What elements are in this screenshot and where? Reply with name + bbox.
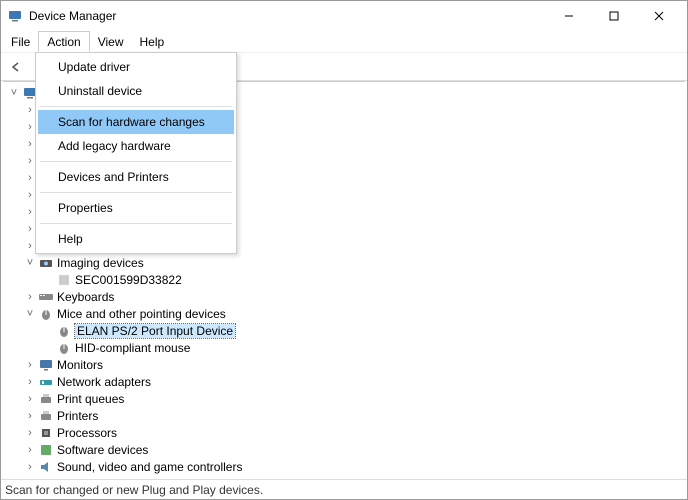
mouse-icon: [56, 323, 72, 339]
tree-node[interactable]: HID-compliant mouse: [7, 339, 685, 356]
tree-node-label: Mice and other pointing devices: [57, 307, 226, 321]
menu-view[interactable]: View: [90, 31, 132, 52]
device-icon: [56, 272, 72, 288]
tree-node-label: Sound, video and game controllers: [57, 460, 242, 474]
tree-node[interactable]: › Processors: [7, 424, 685, 441]
status-bar: Scan for changed or new Plug and Play de…: [1, 479, 687, 499]
action-dropdown: Update driver Uninstall device Scan for …: [35, 52, 237, 254]
menu-item-uninstall-device[interactable]: Uninstall device: [38, 79, 234, 103]
menu-item-help[interactable]: Help: [38, 227, 234, 251]
app-icon: [7, 8, 23, 24]
audio-icon: [38, 459, 54, 475]
expand-toggle[interactable]: ›: [23, 291, 37, 303]
keyboard-icon: [38, 289, 54, 305]
menu-item-properties[interactable]: Properties: [38, 196, 234, 220]
tree-node-label: Keyboards: [57, 290, 114, 304]
tree-node[interactable]: › Sound, video and game controllers: [7, 458, 685, 475]
expand-toggle[interactable]: ›: [23, 410, 37, 422]
tree-node-label: ELAN PS/2 Port Input Device: [75, 324, 235, 338]
menu-item-add-legacy[interactable]: Add legacy hardware: [38, 134, 234, 158]
menu-separator: [40, 161, 232, 162]
expand-toggle[interactable]: ›: [23, 376, 37, 388]
expand-toggle[interactable]: ˅: [7, 87, 21, 99]
titlebar: Device Manager: [1, 1, 687, 31]
mouse-icon: [38, 306, 54, 322]
menu-separator: [40, 192, 232, 193]
camera-icon: [38, 255, 54, 271]
window-controls: [546, 2, 681, 30]
close-button[interactable]: [636, 2, 681, 30]
printer-icon: [38, 391, 54, 407]
mouse-icon: [56, 340, 72, 356]
expand-toggle[interactable]: ›: [23, 427, 37, 439]
tree-node[interactable]: › Monitors: [7, 356, 685, 373]
cpu-icon: [38, 425, 54, 441]
menu-item-devices-printers[interactable]: Devices and Printers: [38, 165, 234, 189]
expand-toggle[interactable]: ˅: [23, 308, 37, 320]
expand-toggle[interactable]: ›: [23, 359, 37, 371]
printer-icon: [38, 408, 54, 424]
tree-node[interactable]: › Printers: [7, 407, 685, 424]
status-text: Scan for changed or new Plug and Play de…: [5, 483, 263, 497]
tree-node[interactable]: › Keyboards: [7, 288, 685, 305]
software-icon: [38, 442, 54, 458]
menu-item-scan-hardware[interactable]: Scan for hardware changes: [38, 110, 234, 134]
tree-node-label: Network adapters: [57, 375, 151, 389]
tree-node[interactable]: › Print queues: [7, 390, 685, 407]
monitor-icon: [38, 357, 54, 373]
menu-separator: [40, 106, 232, 107]
minimize-button[interactable]: [546, 2, 591, 30]
menu-help[interactable]: Help: [132, 31, 173, 52]
tree-node-label: Monitors: [57, 358, 103, 372]
menubar: File Action View Help Update driver Unin…: [1, 31, 687, 53]
network-icon: [38, 374, 54, 390]
tree-node-label: HID-compliant mouse: [75, 341, 190, 355]
tree-node-label: Processors: [57, 426, 117, 440]
tree-node[interactable]: ˅ Imaging devices: [7, 254, 685, 271]
expand-toggle[interactable]: ›: [23, 444, 37, 456]
menu-file[interactable]: File: [3, 31, 38, 52]
back-button[interactable]: [5, 56, 27, 78]
tree-node[interactable]: ˅ Mice and other pointing devices: [7, 305, 685, 322]
maximize-button[interactable]: [591, 2, 636, 30]
tree-node[interactable]: › Network adapters: [7, 373, 685, 390]
menu-action[interactable]: Action: [38, 31, 89, 52]
tree-node-label: Software devices: [57, 443, 148, 457]
expand-toggle[interactable]: ›: [23, 393, 37, 405]
tree-node[interactable]: › Software devices: [7, 441, 685, 458]
tree-node[interactable]: ELAN PS/2 Port Input Device: [7, 322, 685, 339]
expand-toggle[interactable]: ›: [23, 461, 37, 473]
menu-separator: [40, 223, 232, 224]
tree-node-label: SEC001599D33822: [75, 273, 182, 287]
expand-toggle[interactable]: ˅: [23, 257, 37, 269]
menu-item-update-driver[interactable]: Update driver: [38, 55, 234, 79]
tree-node[interactable]: SEC001599D33822: [7, 271, 685, 288]
tree-node-label: Printers: [57, 409, 98, 423]
tree-node-label: Print queues: [57, 392, 124, 406]
window-title: Device Manager: [29, 9, 546, 23]
tree-node-label: Imaging devices: [57, 256, 144, 270]
